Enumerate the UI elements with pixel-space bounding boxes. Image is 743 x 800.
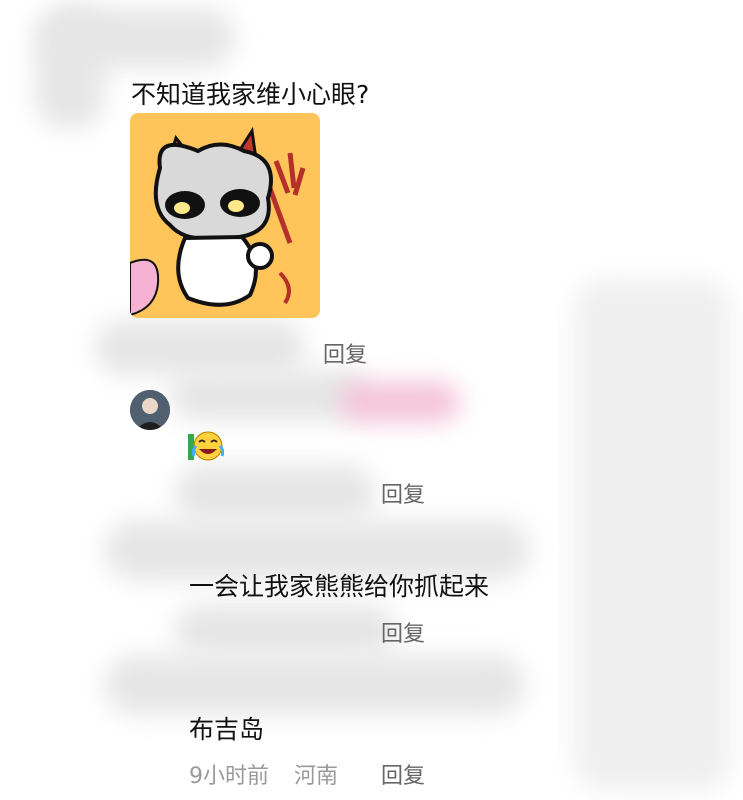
blurred-header-4: [105, 655, 525, 715]
reply-button[interactable]: 回复: [381, 758, 425, 790]
user-avatar[interactable]: [130, 390, 170, 430]
location-label: 河南: [294, 764, 339, 789]
laughing-crying-emoji: [188, 428, 225, 464]
blurred-right-column: [575, 280, 730, 790]
comment-text: 不知道我家维小心眼?: [131, 80, 370, 109]
reply-button[interactable]: 回复: [323, 337, 367, 369]
blurred-meta-2: [175, 465, 375, 520]
blurred-meta-1: [95, 320, 305, 375]
blurred-pink-mark: [340, 382, 460, 422]
comment-text: 一会让我家熊熊给你抓起来: [189, 572, 490, 601]
reply-button[interactable]: 回复: [381, 477, 425, 509]
blurred-avatar-1: [35, 8, 105, 128]
reply-button[interactable]: 回复: [381, 616, 425, 648]
blurred-meta-3: [175, 605, 395, 655]
comment-text: 布吉岛: [189, 715, 265, 744]
sticker-image[interactable]: [130, 113, 320, 318]
timestamp: 9小时前: [189, 764, 269, 789]
